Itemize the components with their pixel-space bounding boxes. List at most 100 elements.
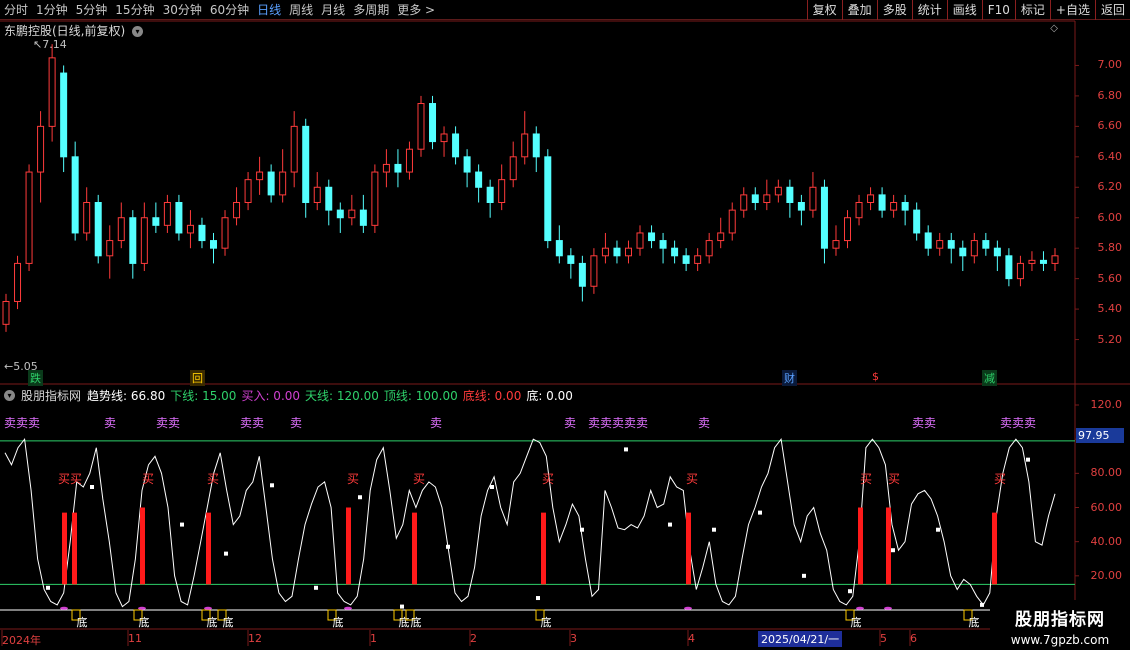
candle-body — [590, 255, 598, 287]
trend-line — [4, 437, 1056, 608]
indicator-tick-label: 40.00 — [1090, 534, 1123, 548]
date-label: 2024年 — [2, 634, 41, 647]
candle-body — [129, 217, 137, 264]
candle-body — [244, 179, 252, 203]
buy-label: 买 — [888, 472, 900, 486]
candle-body — [94, 202, 102, 257]
buy-label: 买 — [142, 472, 154, 486]
indicator-tick-label: 20.00 — [1090, 568, 1123, 582]
date-label: 3 — [570, 632, 577, 645]
indicator-field-trend: 趋势线: 66.80 — [87, 389, 166, 403]
bottom-label: 底 — [969, 615, 980, 629]
candle-body — [671, 247, 679, 257]
buy-label: 买 — [347, 472, 359, 486]
candle-body — [993, 247, 1001, 257]
candle-body — [429, 103, 437, 143]
event-marker[interactable]: 回 — [190, 370, 205, 386]
candle-body — [844, 217, 852, 242]
indicator-field-bottom_line: 底线: 0.00 — [462, 389, 522, 403]
candle-body — [336, 209, 344, 219]
price-tick-label: 5.60 — [1097, 271, 1123, 285]
sell-label: 卖卖 — [156, 416, 180, 430]
candle-body — [440, 133, 448, 143]
price-tick-label: 6.80 — [1097, 88, 1123, 102]
candle-body — [867, 194, 875, 204]
price-tick-label: 6.00 — [1097, 210, 1123, 224]
indicator-tick-label: 120.0 — [1090, 398, 1123, 411]
candle-body — [290, 125, 298, 173]
candle-body — [728, 209, 736, 234]
candle-body — [302, 125, 310, 203]
buy-dot — [684, 606, 692, 610]
candle-body — [267, 171, 275, 196]
bottom-label: 底 — [77, 615, 88, 629]
trend-marker — [446, 544, 450, 549]
candle-body — [959, 247, 967, 257]
candle-body — [982, 240, 990, 249]
candle-body — [521, 133, 529, 158]
buy-bar — [140, 507, 145, 585]
sell-label: 卖 — [564, 416, 576, 430]
candle-body — [694, 255, 702, 264]
event-marker[interactable]: 财 — [782, 370, 797, 386]
price-tick-label: 6.20 — [1097, 180, 1123, 194]
buy-dot — [138, 606, 146, 610]
candle-body — [1005, 255, 1013, 280]
candle-body — [578, 262, 586, 287]
indicator-name: 股朋指标网 — [21, 389, 82, 403]
buy-dot — [884, 606, 892, 610]
candle-body — [256, 171, 264, 181]
sell-label: 卖卖 — [240, 416, 264, 430]
trend-marker — [536, 596, 540, 601]
candle-body — [913, 209, 921, 234]
indicator-header: ▾ 股朋指标网 趋势线: 66.80 下线: 15.00 买入: 0.00 天线: 1… — [4, 387, 578, 404]
indicator-tick-label: 80.00 — [1090, 466, 1123, 480]
buy-bar — [62, 512, 67, 585]
trend-marker — [848, 589, 852, 594]
buy-bar — [206, 512, 211, 585]
trend-marker — [90, 485, 94, 489]
candle-body — [175, 202, 183, 234]
candle-body — [417, 103, 425, 150]
date-label: 5 — [880, 632, 887, 645]
watermark-title: 股朋指标网 — [1015, 610, 1105, 630]
candle-body — [279, 171, 287, 196]
candle-body — [394, 163, 402, 173]
event-marker[interactable]: 减 — [982, 370, 997, 386]
candle-body — [186, 224, 194, 234]
event-marker[interactable]: $ — [870, 370, 881, 383]
candle-body — [313, 186, 321, 203]
candle-body — [682, 255, 690, 264]
trend-marker — [1026, 457, 1030, 462]
candle-body — [2, 300, 10, 325]
candle-body — [498, 179, 506, 203]
candle-body — [1039, 259, 1047, 264]
chart-canvas: 买买买买买买买买买买买卖卖卖卖卖卖 卖卖卖卖卖卖卖卖卖卖卖卖卖 卖卖卖底底底底底底底… — [0, 20, 1130, 650]
candle-body — [1016, 262, 1024, 280]
bottom-label: 底 — [333, 615, 344, 629]
candle-body — [970, 240, 978, 257]
candle-body — [325, 186, 333, 211]
sell-label: 卖卖卖 — [4, 416, 40, 430]
buy-label: 买 — [994, 472, 1006, 486]
current-value-badge: 97.95 — [1076, 428, 1124, 443]
bottom-label: 底 — [541, 615, 552, 629]
candle-body — [601, 247, 609, 257]
event-marker[interactable]: 跌 — [28, 370, 43, 386]
price-tick-label: 5.20 — [1097, 332, 1123, 346]
candle-body — [405, 148, 413, 173]
indicator-field-buy: 买入: 0.00 — [241, 389, 301, 403]
price-tick-label: 5.40 — [1097, 302, 1123, 316]
candle-body — [544, 156, 552, 242]
sell-label: 卖卖 — [912, 416, 936, 430]
chevron-down-icon[interactable]: ▾ — [4, 390, 15, 401]
bottom-label: 底 — [411, 615, 422, 629]
candle-body — [71, 156, 79, 234]
trend-marker — [758, 510, 762, 515]
trend-marker — [46, 585, 50, 590]
candle-body — [140, 217, 148, 264]
sell-label: 卖卖卖 — [1000, 416, 1036, 430]
indicator-tick-label: 60.00 — [1090, 500, 1123, 514]
candle-body — [797, 202, 805, 211]
trend-marker — [802, 573, 806, 578]
